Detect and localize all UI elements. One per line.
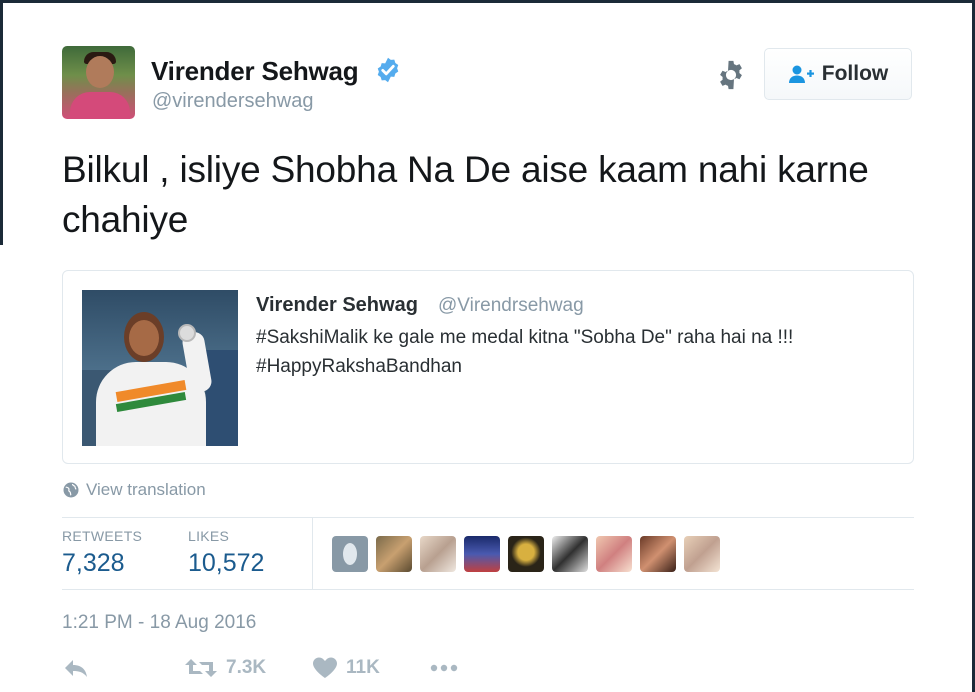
- likers-avatar-list: [332, 536, 720, 572]
- view-translation-label: View translation: [86, 480, 206, 499]
- retweets-stat[interactable]: RETWEETS 7,328: [62, 528, 142, 578]
- retweets-count: 7,328: [62, 549, 125, 577]
- follow-user-icon: [788, 65, 814, 83]
- window-frame-top: [0, 0, 975, 3]
- retweets-label: RETWEETS: [62, 528, 143, 544]
- follow-button[interactable]: Follow: [764, 48, 912, 100]
- quoted-tweet-text: #SakshiMalik ke gale me medal kitna "Sob…: [256, 323, 896, 381]
- likes-count: 10,572: [188, 549, 265, 577]
- likes-label: LIKES: [188, 528, 230, 544]
- quoted-tweet-image: [82, 290, 238, 446]
- liker-avatar[interactable]: [684, 536, 720, 572]
- window-frame-left: [0, 0, 3, 245]
- author-avatar[interactable]: [62, 46, 135, 119]
- quoted-author-handle: @Virendrsehwag: [438, 295, 584, 316]
- follow-button-label: Follow: [821, 62, 889, 85]
- liker-avatar[interactable]: [464, 536, 500, 572]
- heart-icon: [313, 657, 337, 678]
- globe-icon: [63, 482, 79, 498]
- reply-button[interactable]: [62, 656, 92, 680]
- tweet-text: Bilkul , isliye Shobha Na De aise kaam n…: [62, 149, 869, 240]
- reply-icon: [65, 660, 87, 677]
- like-button[interactable]: 11K: [312, 656, 380, 680]
- liker-avatar[interactable]: [332, 536, 368, 572]
- quoted-author-name: Virender Sehwag: [256, 294, 418, 316]
- gear-icon[interactable]: [714, 58, 748, 92]
- tweet-timestamp[interactable]: 1:21 PM - 18 Aug 2016: [62, 612, 256, 634]
- more-dots-icon: [430, 664, 458, 672]
- retweet-icon: [185, 659, 217, 677]
- view-translation-link[interactable]: View translation: [62, 480, 206, 500]
- retweet-button[interactable]: 7.3K: [184, 656, 266, 680]
- quoted-text-line-1: #SakshiMalik ke gale me medal kitna "Sob…: [256, 327, 794, 348]
- liker-avatar[interactable]: [552, 536, 588, 572]
- likes-stat[interactable]: LIKES 10,572: [188, 528, 264, 578]
- like-count: 11K: [346, 657, 380, 678]
- liker-avatar[interactable]: [640, 536, 676, 572]
- author-handle[interactable]: @virendersehwag: [152, 90, 314, 113]
- quoted-tweet-card[interactable]: Virender Sehwag @Virendrsehwag #SakshiMa…: [62, 270, 914, 464]
- verified-badge-icon: [377, 57, 399, 83]
- divider: [62, 589, 914, 590]
- liker-avatar[interactable]: [508, 536, 544, 572]
- quoted-text-line-2: #HappyRakshaBandhan: [256, 356, 462, 377]
- author-name[interactable]: Virender Sehwag: [151, 56, 359, 87]
- liker-avatar[interactable]: [420, 536, 456, 572]
- more-button[interactable]: [428, 656, 460, 680]
- divider: [62, 517, 914, 518]
- liker-avatar[interactable]: [596, 536, 632, 572]
- liker-avatar[interactable]: [376, 536, 412, 572]
- retweet-count: 7.3K: [226, 657, 267, 678]
- divider: [312, 518, 313, 589]
